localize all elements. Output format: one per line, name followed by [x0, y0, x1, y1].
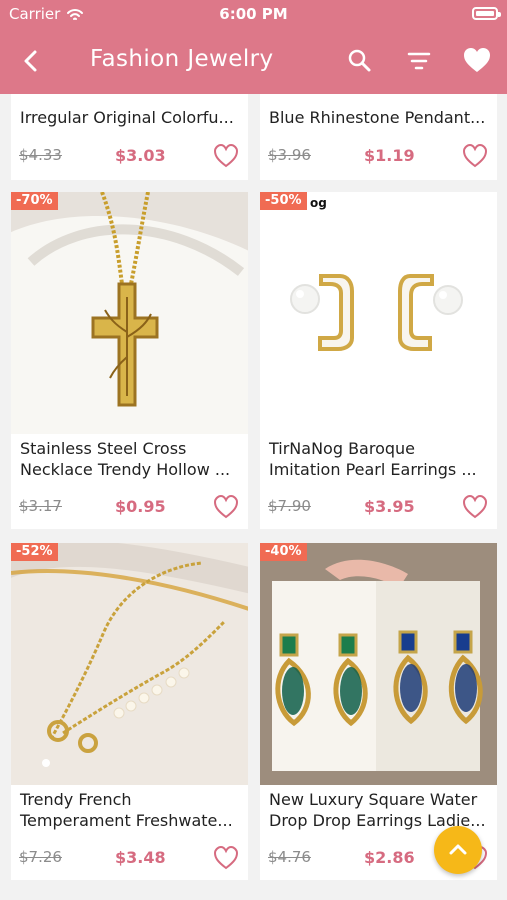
product-grid: Irregular Original Colorfu... $4.33 $3.0… — [0, 0, 507, 900]
product-title: Trendy French Temperament Freshwate... — [20, 790, 233, 830]
sale-price: $3.95 — [364, 497, 415, 516]
discount-badge: -70% — [11, 192, 58, 210]
product-image-cross-necklace[interactable]: -70% — [11, 192, 248, 434]
product-card[interactable]: -70% Stainless Steel Cross Necklace Tren… — [11, 192, 248, 529]
product-card[interactable]: Irregular Original Colorfu... $4.33 $3.0… — [11, 94, 248, 180]
search-icon[interactable] — [343, 44, 377, 78]
original-price: $4.33 — [19, 146, 62, 164]
sale-price: $3.48 — [115, 848, 166, 867]
sale-price: $1.19 — [364, 146, 415, 165]
product-title: TirNaNog Baroque Imitation Pearl Earring… — [269, 439, 477, 479]
original-price: $7.90 — [268, 497, 311, 515]
product-title: Stainless Steel Cross Necklace Trendy Ho… — [20, 439, 231, 479]
scroll-to-top-button[interactable] — [434, 826, 482, 874]
pearl-earrings-image — [260, 192, 497, 434]
product-title: Blue Rhinestone Pendant... — [269, 108, 486, 127]
app-screen: Carrier 6:00 PM Fashion Jewelry Irregula… — [0, 0, 507, 900]
favorite-heart-icon[interactable] — [212, 493, 240, 521]
battery-icon — [472, 7, 501, 20]
product-title: Irregular Original Colorfu... — [20, 108, 234, 127]
favorite-heart-icon[interactable] — [461, 142, 489, 170]
sale-price: $0.95 — [115, 497, 166, 516]
sale-price: $3.03 — [115, 146, 166, 165]
filter-icon[interactable] — [402, 44, 436, 78]
product-image-freshwater-necklace[interactable]: -52% — [11, 543, 248, 785]
discount-badge: -52% — [11, 543, 58, 561]
back-arrow-icon[interactable] — [15, 44, 49, 78]
product-title: New Luxury Square Water Drop Drop Earrin… — [269, 790, 486, 830]
favorite-heart-icon[interactable] — [461, 493, 489, 521]
price-row: $7.90 $3.95 — [268, 493, 489, 521]
original-price: $7.26 — [19, 848, 62, 866]
top-app-bar: Carrier 6:00 PM Fashion Jewelry — [0, 0, 507, 94]
original-price: $3.17 — [19, 497, 62, 515]
image-brand-text: og — [310, 196, 327, 210]
favorite-heart-icon[interactable] — [212, 844, 240, 872]
discount-badge: -50% — [260, 192, 307, 210]
navigation-bar: Fashion Jewelry — [0, 36, 507, 86]
price-row: $3.96 $1.19 — [268, 142, 489, 170]
original-price: $3.96 — [268, 146, 311, 164]
original-price: $4.76 — [268, 848, 311, 866]
product-image-square-drop-earrings[interactable]: -40% — [260, 543, 497, 785]
status-time: 6:00 PM — [219, 5, 288, 23]
favorite-heart-icon[interactable] — [212, 142, 240, 170]
product-image-pearl-earrings[interactable]: -50% og — [260, 192, 497, 434]
page-title: Fashion Jewelry — [90, 46, 274, 72]
product-card[interactable]: -50% og TirNaNog Baroque Imitation Pearl… — [260, 192, 497, 529]
sale-price: $2.86 — [364, 848, 415, 867]
price-row: $7.26 $3.48 — [19, 844, 240, 872]
discount-badge: -40% — [260, 543, 307, 561]
product-card[interactable]: -52% Trendy French Temperament Freshwate… — [11, 543, 248, 880]
cross-necklace-image — [11, 192, 248, 434]
price-row: $3.17 $0.95 — [19, 493, 240, 521]
square-drop-earrings-image — [260, 543, 497, 785]
heart-icon[interactable] — [460, 44, 494, 78]
status-bar: Carrier 6:00 PM — [0, 0, 507, 28]
product-card[interactable]: Blue Rhinestone Pendant... $3.96 $1.19 — [260, 94, 497, 180]
chevron-up-icon — [449, 844, 467, 855]
freshwater-necklace-image — [11, 543, 248, 785]
price-row: $4.33 $3.03 — [19, 142, 240, 170]
